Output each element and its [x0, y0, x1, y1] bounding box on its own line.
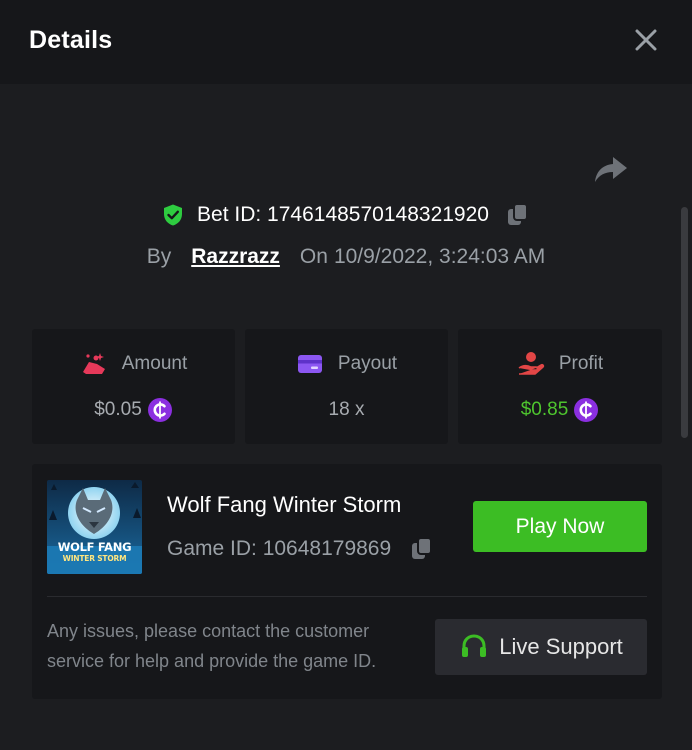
game-thumbnail[interactable]: WOLF FANG WINTER STORM: [47, 480, 142, 574]
profit-card: Profit $0.85: [458, 329, 662, 444]
profit-label: Profit: [558, 353, 604, 374]
payout-card-icon: [297, 355, 322, 373]
coin-icon: [147, 398, 172, 422]
payout-label-row: Payout: [245, 349, 448, 379]
payout-card: Payout 18 x: [245, 329, 448, 444]
profit-value: $0.85: [520, 399, 569, 420]
divider: [47, 596, 647, 597]
profit-label-row: Profit: [458, 349, 662, 379]
amount-label: Amount: [121, 353, 188, 374]
headset-icon: [462, 634, 487, 657]
amount-value: $0.05: [94, 399, 142, 420]
amount-card: Amount $0.05: [32, 329, 235, 444]
shield-check-icon: [164, 204, 183, 226]
live-support-label: Live Support: [499, 634, 623, 659]
bet-meta-row: By Razzrazz On 10/9/2022, 3:24:03 AM: [0, 240, 692, 274]
profit-value-row: $0.85: [458, 395, 662, 425]
bet-id-row: Bet ID: 1746148570148321920: [0, 198, 692, 232]
help-text: Any issues, please contact the customer …: [47, 621, 377, 671]
play-now-button[interactable]: Play Now: [473, 501, 647, 552]
game-thumb-title: WOLF FANG: [57, 540, 132, 554]
game-id: Game ID: 10648179869: [167, 537, 392, 560]
on-label: On: [299, 245, 328, 268]
amount-icon: [82, 353, 105, 374]
live-support-button[interactable]: Live Support: [435, 619, 647, 675]
bet-id: Bet ID: 1746148570148321920: [197, 203, 489, 226]
share-icon: [595, 157, 627, 182]
close-button[interactable]: [632, 26, 660, 54]
modal-header: Details: [0, 0, 692, 84]
bet-datetime: 10/9/2022, 3:24:03 AM: [333, 245, 546, 268]
payout-value: 18 x: [328, 399, 365, 420]
copy-icon[interactable]: [409, 536, 435, 562]
username-link[interactable]: Razzrazz: [191, 245, 280, 269]
close-icon: [635, 29, 657, 51]
game-card: WOLF FANG WINTER STORM Wolf Fang Winter …: [32, 464, 662, 699]
modal-title: Details: [29, 25, 113, 54]
game-thumb-subtitle: WINTER STORM: [62, 554, 127, 563]
game-id-row: Game ID: 10648179869: [167, 536, 435, 562]
copy-icon[interactable]: [505, 202, 531, 228]
profit-hand-icon: [518, 352, 544, 375]
by-label: By: [146, 245, 172, 268]
coin-icon: [574, 398, 599, 422]
amount-value-row: $0.05: [32, 395, 235, 425]
payout-value-row: 18 x: [245, 395, 448, 425]
game-title: Wolf Fang Winter Storm: [167, 492, 402, 517]
payout-label: Payout: [337, 353, 398, 374]
amount-label-row: Amount: [32, 349, 235, 379]
share-button[interactable]: [593, 150, 629, 186]
